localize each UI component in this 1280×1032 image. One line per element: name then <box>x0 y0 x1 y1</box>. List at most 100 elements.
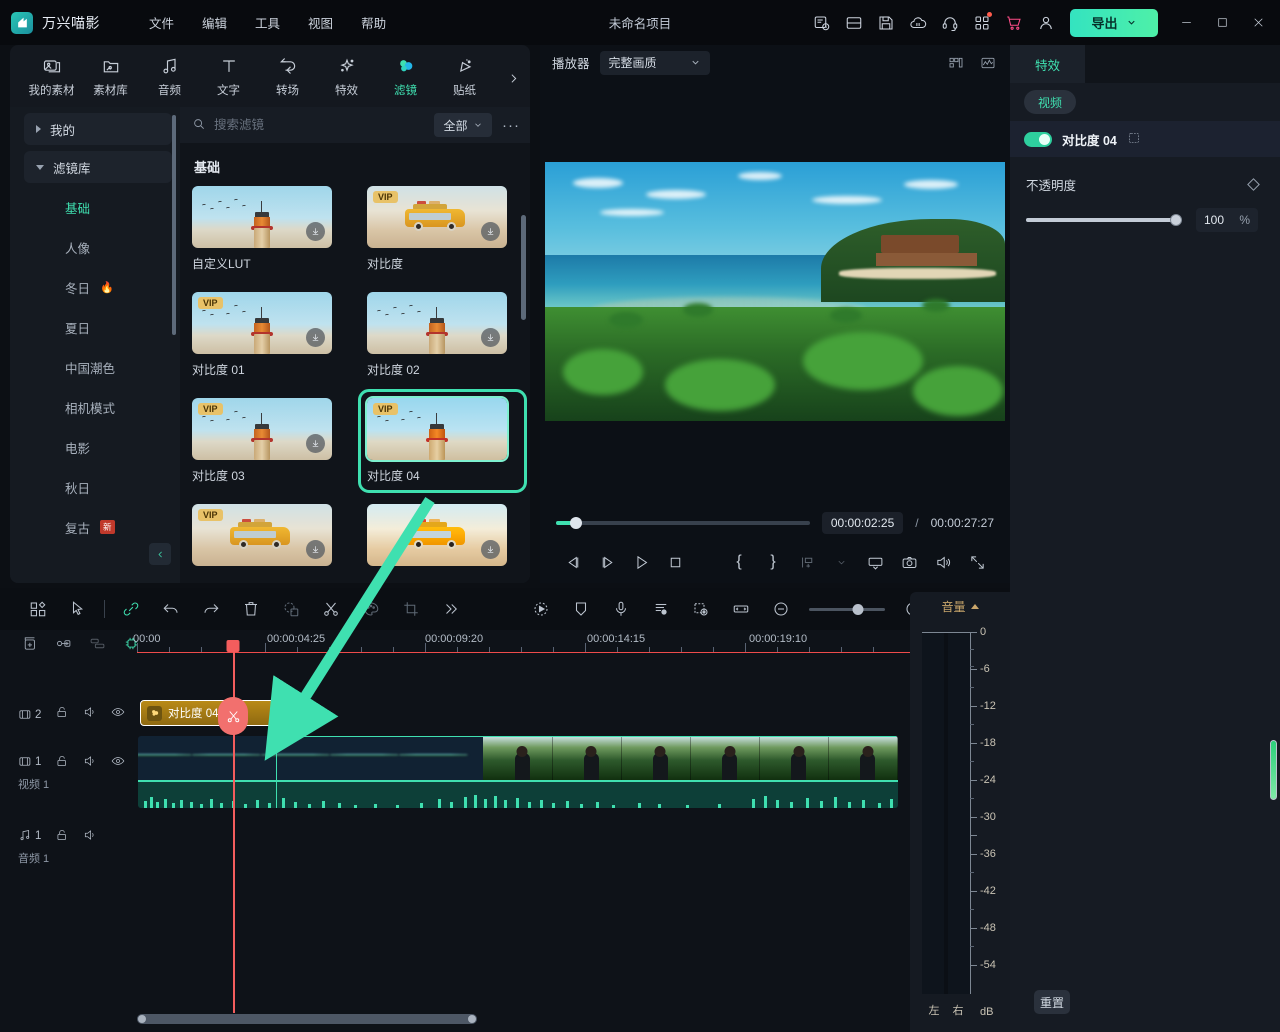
window-minimize-button[interactable] <box>1168 0 1204 45</box>
download-icon[interactable] <box>306 540 325 559</box>
next-frame-button[interactable] <box>590 547 624 577</box>
preview-video[interactable] <box>545 162 1005 421</box>
voiceover-icon[interactable] <box>601 593 641 625</box>
nav-item-my-media[interactable]: 我的素材 <box>22 54 81 98</box>
split-at-playhead-button[interactable] <box>218 697 248 735</box>
snapshot-button[interactable] <box>892 547 926 577</box>
menu-tools[interactable]: 工具 <box>241 9 294 36</box>
quality-select[interactable]: 完整画质 <box>600 51 710 75</box>
cloud-icon[interactable] <box>902 7 934 39</box>
mute-icon[interactable] <box>83 754 97 771</box>
apps-icon[interactable] <box>966 7 998 39</box>
category-item-retro[interactable]: 复古新 <box>10 507 180 547</box>
chip-video[interactable]: 视频 <box>1024 90 1076 114</box>
more-icon[interactable] <box>431 593 471 625</box>
green-screen-icon[interactable] <box>681 593 721 625</box>
download-icon[interactable] <box>481 222 500 241</box>
film-icon[interactable]: 1 <box>18 754 41 769</box>
motion-tracking-icon[interactable] <box>521 593 561 625</box>
video-clip[interactable] <box>138 736 898 808</box>
filter-cell-contrast-04[interactable]: VIP 对比度 04 <box>361 392 524 490</box>
category-item-movie[interactable]: 电影 <box>10 427 180 467</box>
nav-item-effects[interactable]: 特效 <box>317 54 376 98</box>
nav-item-sticker[interactable]: 贴纸 <box>435 54 494 98</box>
mask-icon[interactable] <box>271 593 311 625</box>
link-track-icon[interactable] <box>52 632 74 654</box>
volume-button[interactable] <box>926 547 960 577</box>
window-close-button[interactable] <box>1240 0 1276 45</box>
lock-icon[interactable] <box>55 828 69 845</box>
fullscreen-button[interactable] <box>960 547 994 577</box>
nav-item-text[interactable]: 文字 <box>199 54 258 98</box>
filter-type-select[interactable]: 全部 <box>434 113 492 137</box>
timeline-zoom-handle[interactable] <box>852 604 863 615</box>
select-tool-icon[interactable] <box>58 593 98 625</box>
account-icon[interactable] <box>1030 7 1062 39</box>
category-group-filter-library[interactable]: 滤镜库 <box>24 151 172 183</box>
category-item-camera-mode[interactable]: 相机模式 <box>10 387 180 427</box>
download-icon[interactable] <box>481 540 500 559</box>
keyframe-button[interactable] <box>790 547 824 577</box>
timeline-scroll-thumb[interactable] <box>137 1014 477 1024</box>
delete-icon[interactable] <box>231 593 271 625</box>
templates-icon[interactable] <box>18 593 58 625</box>
category-item-summer[interactable]: 夏日 <box>10 307 180 347</box>
opacity-slider-handle[interactable] <box>1170 214 1182 226</box>
timeline-horizontal-scrollbar[interactable] <box>137 1012 910 1026</box>
category-scrollbar[interactable] <box>172 115 176 335</box>
category-item-portrait[interactable]: 人像 <box>10 227 180 267</box>
link-icon[interactable] <box>111 593 151 625</box>
fit-icon[interactable] <box>721 593 761 625</box>
mask-shape-icon[interactable] <box>561 593 601 625</box>
more-options-button[interactable]: ··· <box>500 114 522 136</box>
waveform-icon[interactable] <box>978 53 998 73</box>
film-icon[interactable]: 2 <box>18 707 41 722</box>
mark-in-button[interactable]: { <box>722 547 756 577</box>
nav-item-audio[interactable]: 音频 <box>140 54 199 98</box>
crop-icon[interactable] <box>1127 131 1141 148</box>
mute-icon[interactable] <box>83 828 97 845</box>
diamond-icon[interactable] <box>1247 178 1260 191</box>
crop-icon[interactable] <box>391 593 431 625</box>
menu-view[interactable]: 视图 <box>294 9 347 36</box>
reset-button[interactable]: 重置 <box>1034 990 1070 1014</box>
download-icon[interactable] <box>306 434 325 453</box>
project-info-icon[interactable] <box>806 7 838 39</box>
filter-cell-contrast-03[interactable]: VIP 对比度 03 <box>192 398 343 484</box>
category-item-basic[interactable]: 基础 <box>10 187 180 227</box>
opacity-slider[interactable] <box>1026 218 1182 222</box>
menu-edit[interactable]: 编辑 <box>188 9 241 36</box>
menu-help[interactable]: 帮助 <box>347 9 400 36</box>
download-icon[interactable] <box>306 328 325 347</box>
category-group-mine[interactable]: 我的 <box>24 113 172 145</box>
filter-cell-extra-1[interactable]: VIP <box>192 504 343 566</box>
stop-button[interactable] <box>658 547 692 577</box>
play-button[interactable] <box>624 547 658 577</box>
current-time[interactable]: 00:00:02:25 <box>822 512 903 534</box>
vertical-scrollbar[interactable] <box>1270 740 1277 800</box>
color-icon[interactable] <box>351 593 391 625</box>
lock-icon[interactable] <box>55 705 69 722</box>
tab-effects[interactable]: 特效 <box>1010 45 1085 83</box>
redo-icon[interactable] <box>191 593 231 625</box>
layout-icon[interactable] <box>838 7 870 39</box>
grid-view-icon[interactable] <box>946 53 966 73</box>
undo-icon[interactable] <box>151 593 191 625</box>
beat-detect-icon[interactable] <box>641 593 681 625</box>
music-icon[interactable]: 1 <box>18 828 41 843</box>
search-input[interactable] <box>214 118 426 132</box>
filter-cell-contrast[interactable]: VIP 对比度 <box>367 186 518 272</box>
audio-meter-header[interactable]: 音量 <box>910 592 1010 620</box>
screen-button[interactable] <box>858 547 892 577</box>
filter-grid-scrollbar[interactable] <box>521 215 526 320</box>
filter-cell-contrast-02[interactable]: 对比度 02 <box>367 292 518 378</box>
timeline-ruler[interactable]: 00:00 00:00:04:25 00:00:09:20 00:00:14:1… <box>137 630 910 656</box>
eye-icon[interactable] <box>111 705 125 722</box>
category-item-autumn[interactable]: 秋日 <box>10 467 180 507</box>
nav-item-transition[interactable]: 转场 <box>258 54 317 98</box>
mark-out-button[interactable]: } <box>756 547 790 577</box>
support-icon[interactable] <box>934 7 966 39</box>
export-button[interactable]: 导出 <box>1070 9 1158 37</box>
seek-handle[interactable] <box>570 517 582 529</box>
download-icon[interactable] <box>306 222 325 241</box>
